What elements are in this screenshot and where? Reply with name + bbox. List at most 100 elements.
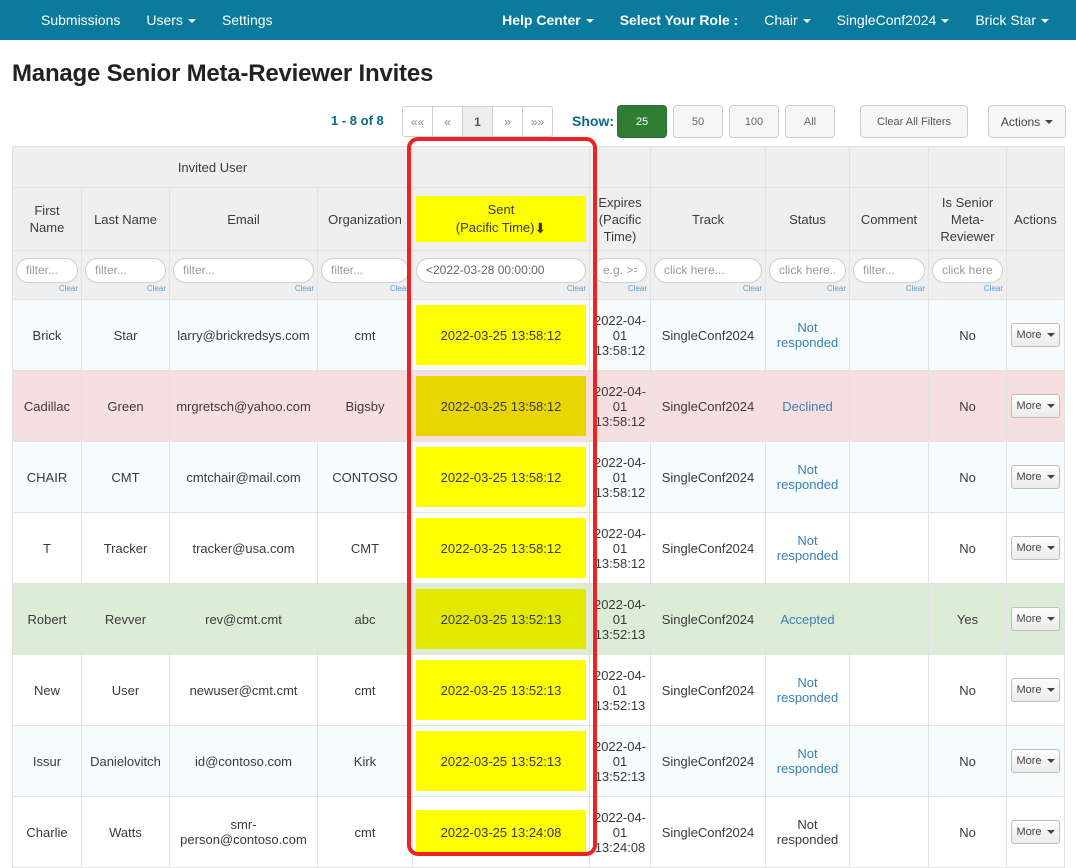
cell-first-name: New (12, 654, 82, 726)
nav-item-help-center[interactable]: Help Center (489, 0, 607, 40)
nav-item-settings[interactable]: Settings (209, 0, 286, 40)
more-button[interactable]: More (1011, 323, 1060, 347)
filter-cell: Clear (765, 250, 850, 300)
column-header-sent-pacific-time[interactable]: Sent (Pacific Time)⬇ (412, 187, 590, 251)
cell-last-name: Watts (81, 796, 170, 868)
pagination-button[interactable]: 1 (463, 106, 493, 137)
nav-item-singleconf2024[interactable]: SingleConf2024 (824, 0, 963, 40)
cell-expires: 2022-04-01 13:58:12 (589, 299, 651, 371)
cell-is-senior-meta-reviewer: No (928, 654, 1007, 726)
nav-item-label: Select Your Role : (619, 12, 739, 28)
filter-input-9[interactable] (932, 257, 1003, 283)
table-row: Charlie Watts smr-person@contoso.com cmt 202… (12, 796, 1065, 868)
filter-cell: Clear (412, 250, 590, 300)
more-button[interactable]: More (1011, 536, 1060, 560)
nav-item-label: Brick Star (975, 12, 1036, 28)
pagination-button[interactable]: »» (523, 106, 553, 137)
table-row: Issur Danielovitch id@contoso.com Kirk 2022-… (12, 725, 1065, 797)
filter-cell: Clear (81, 250, 170, 300)
chevron-down-icon (1046, 333, 1055, 337)
more-button[interactable]: More (1011, 678, 1060, 702)
status-value[interactable]: Not responded (777, 462, 838, 492)
clear-filter-link[interactable]: Clear (321, 284, 409, 293)
clear-filter-link[interactable]: Clear (593, 284, 647, 293)
clear-filter-link[interactable]: Clear (16, 284, 78, 293)
more-button-label: More (1016, 400, 1042, 412)
nav-item-users[interactable]: Users (133, 0, 209, 40)
filter-input-8[interactable] (853, 257, 925, 283)
page-size-option-25[interactable]: 25 (617, 105, 667, 138)
clear-filter-link[interactable]: Clear (769, 284, 846, 293)
column-header-last-name[interactable]: Last Name (81, 187, 170, 251)
column-header-expires-pacific-time[interactable]: Expires (Pacific Time) (589, 187, 651, 251)
nav-item-brick-star[interactable]: Brick Star (962, 0, 1062, 40)
pagination-control[interactable]: «« «1»»» (402, 106, 553, 137)
filter-input-2[interactable] (173, 257, 314, 283)
clear-all-filters-button[interactable]: Clear All Filters (860, 105, 968, 138)
more-button[interactable]: More (1011, 820, 1060, 844)
pagination-button[interactable]: «« (402, 106, 433, 137)
page-size-option-all[interactable]: All (785, 105, 835, 138)
column-header-comment[interactable]: Comment (849, 187, 929, 251)
cell-sent: 2022-03-25 13:58:12 (412, 370, 590, 442)
nav-item-chair[interactable]: Chair (751, 0, 823, 40)
clear-filter-link[interactable]: Clear (416, 284, 586, 293)
clear-filter-link[interactable]: Clear (85, 284, 166, 293)
table-row: New User newuser@cmt.cmt cmt 2022-03-25 13:5… (12, 654, 1065, 726)
column-header-actions[interactable]: Actions (1006, 187, 1065, 251)
page-size-option-100[interactable]: 100 (729, 105, 779, 138)
cell-track: SingleConf2024 (650, 725, 766, 797)
more-button[interactable]: More (1011, 394, 1060, 418)
cell-comment (849, 370, 929, 442)
status-value[interactable]: Not responded (777, 533, 838, 563)
filter-input-5[interactable] (593, 257, 647, 283)
chevron-down-icon (1046, 688, 1055, 692)
clear-filter-link[interactable]: Clear (173, 284, 314, 293)
filter-cell: Clear (589, 250, 651, 300)
filter-input-1[interactable] (85, 257, 166, 283)
filter-input-0[interactable] (16, 257, 78, 283)
column-header-is-senior-meta-reviewer[interactable]: Is Senior Meta- Reviewer (928, 187, 1007, 251)
column-header-status[interactable]: Status (765, 187, 850, 251)
column-header-organization[interactable]: Organization (317, 187, 413, 251)
group-header-spacer-actions (1006, 146, 1065, 188)
clear-filter-link[interactable]: Clear (932, 284, 1003, 293)
nav-item-submissions[interactable]: Submissions (28, 0, 133, 40)
column-header-email[interactable]: Email (169, 187, 318, 251)
page-size-group[interactable]: 25 50 100 All (617, 105, 835, 138)
nav-item-select-your-role[interactable]: Select Your Role : (607, 0, 752, 40)
filter-input-7[interactable] (769, 257, 846, 283)
page-size-option-50[interactable]: 50 (673, 105, 723, 138)
pagination-button[interactable]: » (493, 106, 523, 137)
more-button[interactable]: More (1011, 465, 1060, 489)
clear-filter-link[interactable]: Clear (654, 284, 762, 293)
table-row: T Tracker tracker@usa.com CMT 2022-03-25 13:… (12, 512, 1065, 584)
more-button-label: More (1016, 684, 1042, 696)
actions-dropdown-button[interactable]: Actions (988, 105, 1066, 138)
clear-filter-link[interactable]: Clear (853, 284, 925, 293)
nav-item-label: Chair (764, 12, 798, 28)
status-value[interactable]: Not responded (777, 320, 838, 350)
filter-input-4[interactable] (416, 257, 586, 283)
more-button[interactable]: More (1011, 607, 1060, 631)
chevron-down-icon (941, 19, 950, 24)
cell-track: SingleConf2024 (650, 654, 766, 726)
status-value[interactable]: Declined (782, 399, 833, 414)
filter-input-6[interactable] (654, 257, 762, 283)
table-body: Brick Star larry@brickredsys.com cmt 2022-03… (12, 299, 1065, 868)
chevron-down-icon (1046, 830, 1055, 834)
filter-cell: Clear (928, 250, 1007, 300)
cell-sent: 2022-03-25 13:52:13 (412, 725, 590, 797)
status-value[interactable]: Not responded (777, 746, 838, 776)
more-button[interactable]: More (1011, 749, 1060, 773)
column-header-track[interactable]: Track (650, 187, 766, 251)
cell-organization: cmt (317, 299, 413, 371)
column-header-first-name[interactable]: First Name (12, 187, 82, 251)
top-navbar: Submissions Users Settings Help Center Sele… (0, 0, 1076, 40)
status-value[interactable]: Accepted (780, 612, 834, 627)
pagination-button[interactable]: « (433, 106, 463, 137)
cell-sent: 2022-03-25 13:58:12 (412, 299, 590, 371)
cell-track: SingleConf2024 (650, 512, 766, 584)
status-value[interactable]: Not responded (777, 675, 838, 705)
filter-input-3[interactable] (321, 257, 409, 283)
